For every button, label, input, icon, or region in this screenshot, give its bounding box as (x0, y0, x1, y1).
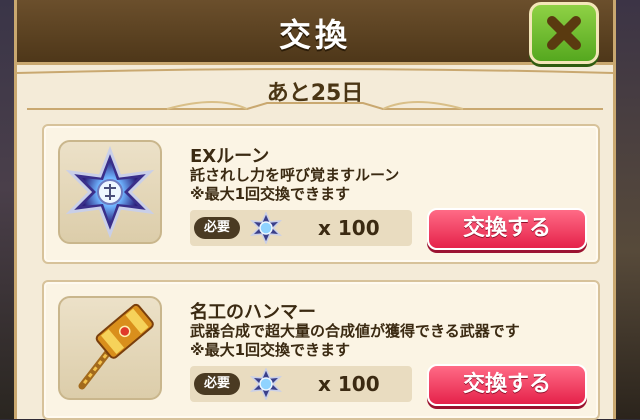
required-count: x 100 (318, 216, 380, 240)
required-count: x 100 (318, 372, 380, 396)
required-label: 必要 (194, 217, 240, 239)
close-button[interactable] (529, 2, 599, 64)
remaining-days-text: あと25日 (266, 81, 364, 106)
rune-currency-icon (250, 212, 282, 244)
item-icon-frame (58, 296, 162, 400)
exchange-dialog: 交換 あと25日 EXルーン 託されし力を呼び覚ますルーン ※最大1回交換できま… (14, 0, 616, 420)
item-description-line: 武器合成で超大量の合成値が獲得できる武器です (190, 322, 520, 340)
item-limit-note: ※最大1回交換できます (190, 185, 351, 203)
required-label: 必要 (194, 373, 240, 395)
exchange-button[interactable]: 交換する (427, 364, 587, 406)
item-description: 武器合成で超大量の合成値が獲得できる武器です ※最大1回交換できます (190, 322, 520, 360)
dialog-header: 交換 (17, 0, 613, 65)
remaining-days-bar: あと25日 (17, 65, 613, 117)
item-icon-frame (58, 140, 162, 244)
exchange-item-card: EXルーン 託されし力を呼び覚ますルーン ※最大1回交換できます 必要 x 10… (42, 124, 600, 264)
exchange-item-card: 名工のハンマー 武器合成で超大量の合成値が獲得できる武器です ※最大1回交換でき… (42, 280, 600, 420)
item-limit-note: ※最大1回交換できます (190, 341, 351, 359)
item-description-line: 託されし力を呼び覚ますルーン (190, 166, 400, 184)
exchange-button[interactable]: 交換する (427, 208, 587, 250)
item-name: 名工のハンマー (190, 302, 316, 323)
ex-rune-icon (65, 146, 155, 238)
item-name: EXルーン (190, 146, 270, 167)
dialog-title: 交換 (278, 16, 351, 54)
master-hammer-icon (78, 303, 154, 390)
item-description: 託されし力を呼び覚ますルーン ※最大1回交換できます (190, 166, 399, 204)
close-icon (547, 16, 581, 50)
required-cost-bar: 必要 x 100 (190, 210, 412, 246)
rune-currency-icon (250, 368, 282, 400)
required-cost-bar: 必要 x 100 (190, 366, 412, 402)
